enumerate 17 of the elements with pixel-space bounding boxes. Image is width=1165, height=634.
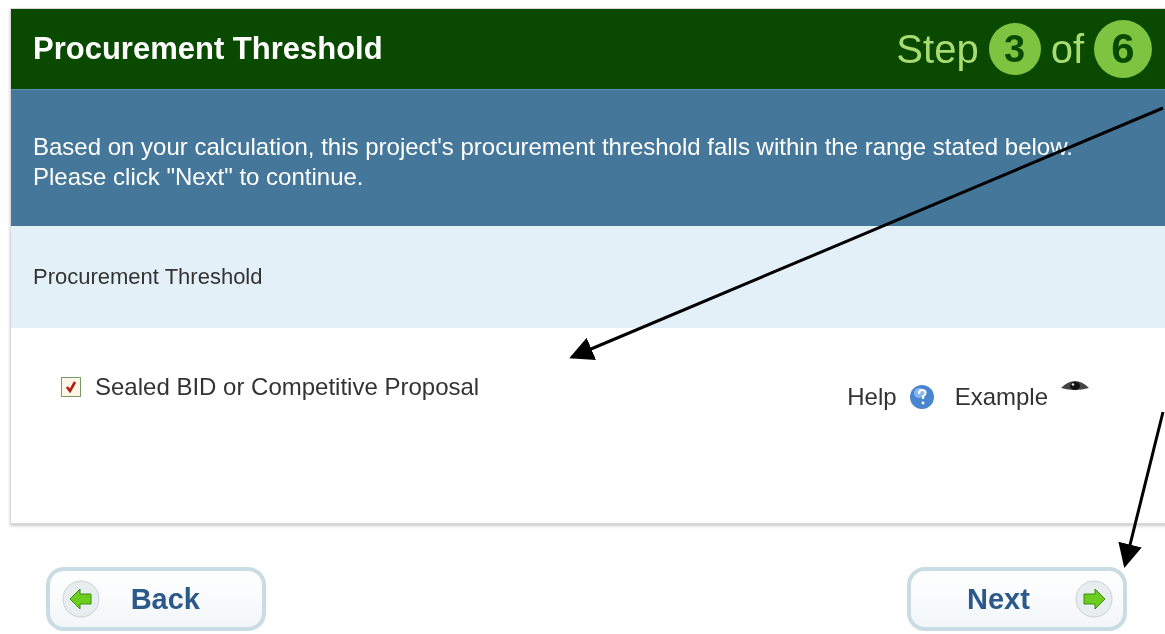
help-link[interactable]: Help <box>847 383 897 411</box>
instructions-text: Based on your calculation, this project's procurement threshold falls within the range stated below. Please click "Next" to continue. <box>11 89 1165 226</box>
current-step-number: 3 <box>988 23 1041 75</box>
example-link[interactable]: Example <box>954 383 1048 411</box>
checkbox[interactable] <box>61 377 81 397</box>
of-label: of <box>1050 26 1084 72</box>
back-button[interactable]: Back <box>46 567 266 631</box>
section-title: Procurement Threshold <box>11 226 1165 328</box>
checkmark-icon <box>65 381 77 393</box>
arrow-right-icon <box>1075 580 1113 618</box>
next-button[interactable]: Next <box>907 567 1127 631</box>
page-title: Procurement Threshold <box>33 31 383 67</box>
help-icon[interactable] <box>908 384 935 410</box>
total-steps-number: 6 <box>1094 20 1152 78</box>
step-label: Step <box>896 26 979 72</box>
option-label: Sealed BID or Competitive Proposal <box>95 373 480 401</box>
arrow-left-icon <box>62 580 100 618</box>
